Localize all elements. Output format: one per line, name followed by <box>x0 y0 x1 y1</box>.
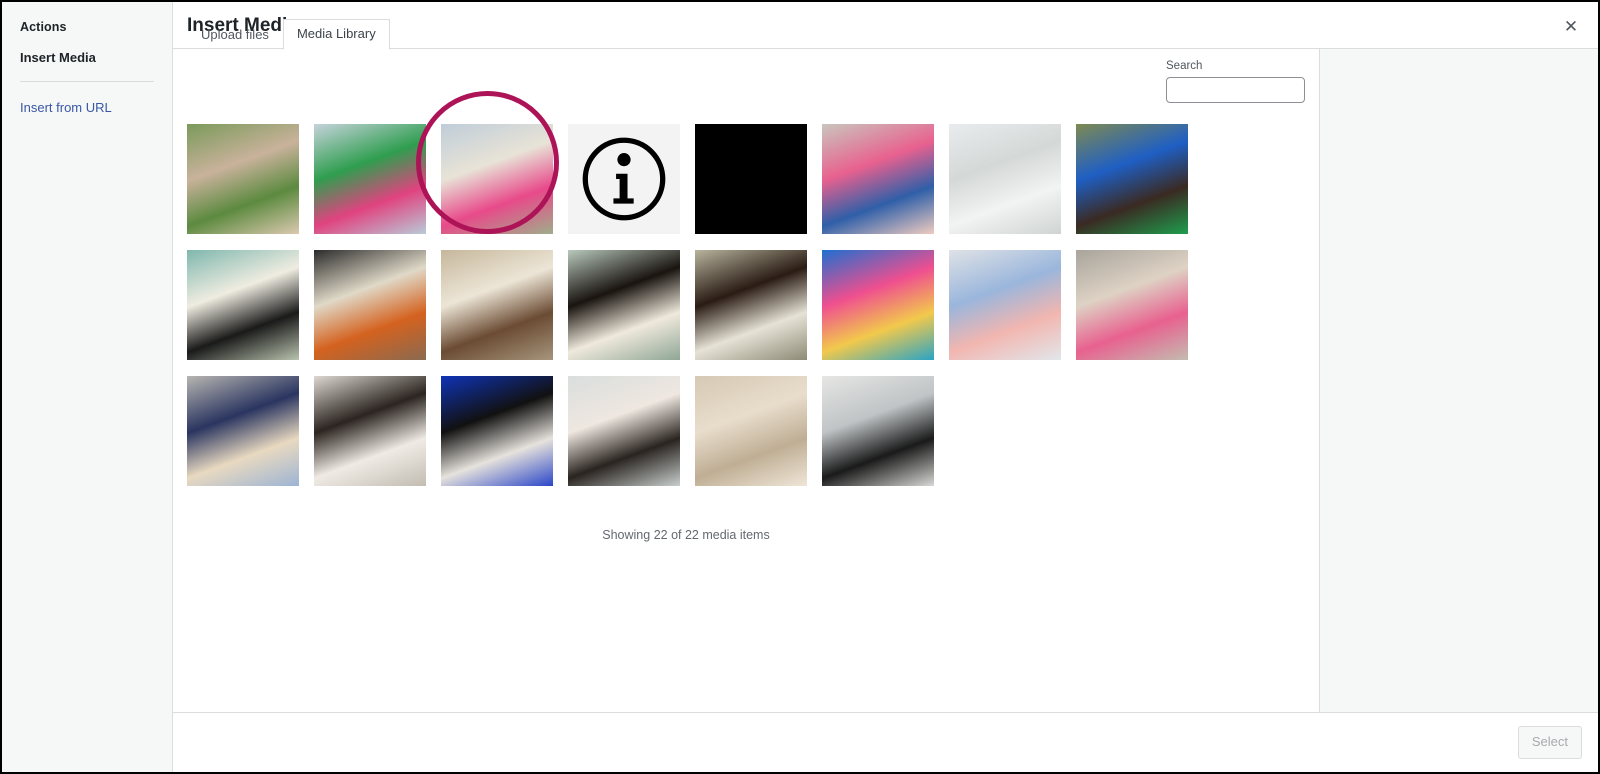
media-thumbnail[interactable] <box>441 124 553 234</box>
media-thumbnail[interactable] <box>187 376 299 486</box>
media-thumbnail[interactable] <box>949 124 1061 234</box>
media-thumbnail[interactable] <box>314 250 426 360</box>
menu-heading: Actions <box>20 20 154 34</box>
media-thumbnail[interactable] <box>949 250 1061 360</box>
thumbnail-image <box>441 376 553 486</box>
thumbnail-image <box>695 250 807 360</box>
thumbnail-image <box>822 124 934 234</box>
showing-count-text: Showing 22 of 22 media items <box>173 528 1319 542</box>
media-thumbnail[interactable] <box>695 376 807 486</box>
thumbnail-image <box>1076 250 1188 360</box>
search-label: Search <box>1166 61 1202 73</box>
search-group: Search <box>1166 61 1305 103</box>
media-thumbnail[interactable] <box>695 124 807 234</box>
media-toolbar: Search <box>173 49 1319 124</box>
media-thumbnail[interactable] <box>187 250 299 360</box>
media-thumbnail[interactable] <box>568 250 680 360</box>
modal-header: Insert Media ✕ Upload files Media Librar… <box>173 2 1598 49</box>
menu-divider <box>20 81 154 82</box>
media-grid <box>173 124 1319 486</box>
thumbnail-image <box>822 250 934 360</box>
menu-item-insert-media[interactable]: Insert Media <box>20 50 154 67</box>
thumbnail-image <box>568 250 680 360</box>
thumbnail-image <box>441 124 553 234</box>
media-thumbnail[interactable] <box>314 376 426 486</box>
media-thumbnail[interactable] <box>695 250 807 360</box>
tab-upload-files[interactable]: Upload files <box>187 20 283 49</box>
thumbnail-image <box>314 124 426 234</box>
media-thumbnail[interactable] <box>822 250 934 360</box>
menu-item-insert-from-url[interactable]: Insert from URL <box>20 100 154 115</box>
media-tabs: Upload files Media Library <box>187 19 390 49</box>
media-thumbnail[interactable] <box>568 376 680 486</box>
thumbnail-image <box>949 250 1061 360</box>
media-thumbnail[interactable] <box>822 124 934 234</box>
thumbnail-image <box>314 376 426 486</box>
thumbnail-image <box>1076 124 1188 234</box>
thumbnail-image <box>187 124 299 234</box>
page-title: Insert Media <box>187 2 1598 35</box>
modal-body: Search Showing 22 of 22 media items <box>173 49 1598 713</box>
modal-footer: Select <box>173 713 1598 772</box>
thumbnail-image <box>314 250 426 360</box>
media-thumbnail[interactable] <box>441 250 553 360</box>
media-thumbnail[interactable] <box>1076 250 1188 360</box>
select-button[interactable]: Select <box>1518 726 1582 759</box>
media-library-content: Search Showing 22 of 22 media items <box>173 49 1319 712</box>
info-icon <box>580 135 668 223</box>
media-thumbnail[interactable] <box>1076 124 1188 234</box>
close-icon[interactable]: ✕ <box>1554 9 1588 43</box>
modal-main-column: Insert Media ✕ Upload files Media Librar… <box>173 2 1598 772</box>
media-thumbnail[interactable] <box>187 124 299 234</box>
tab-media-library[interactable]: Media Library <box>283 19 390 50</box>
media-thumbnail[interactable] <box>822 376 934 486</box>
search-input[interactable] <box>1166 77 1305 103</box>
media-thumbnail[interactable] <box>314 124 426 234</box>
thumbnail-image <box>695 376 807 486</box>
thumbnail-image <box>949 124 1061 234</box>
thumbnail-image <box>822 376 934 486</box>
thumbnail-image <box>187 376 299 486</box>
thumbnail-image <box>568 376 680 486</box>
modal-menu-sidebar: Actions Insert Media Insert from URL <box>2 2 173 772</box>
media-thumbnail[interactable] <box>568 124 680 234</box>
thumbnail-image <box>187 250 299 360</box>
insert-media-modal: Actions Insert Media Insert from URL Ins… <box>1 1 1599 773</box>
attachment-details-panel <box>1319 49 1598 712</box>
thumbnail-image <box>441 250 553 360</box>
media-thumbnail[interactable] <box>441 376 553 486</box>
